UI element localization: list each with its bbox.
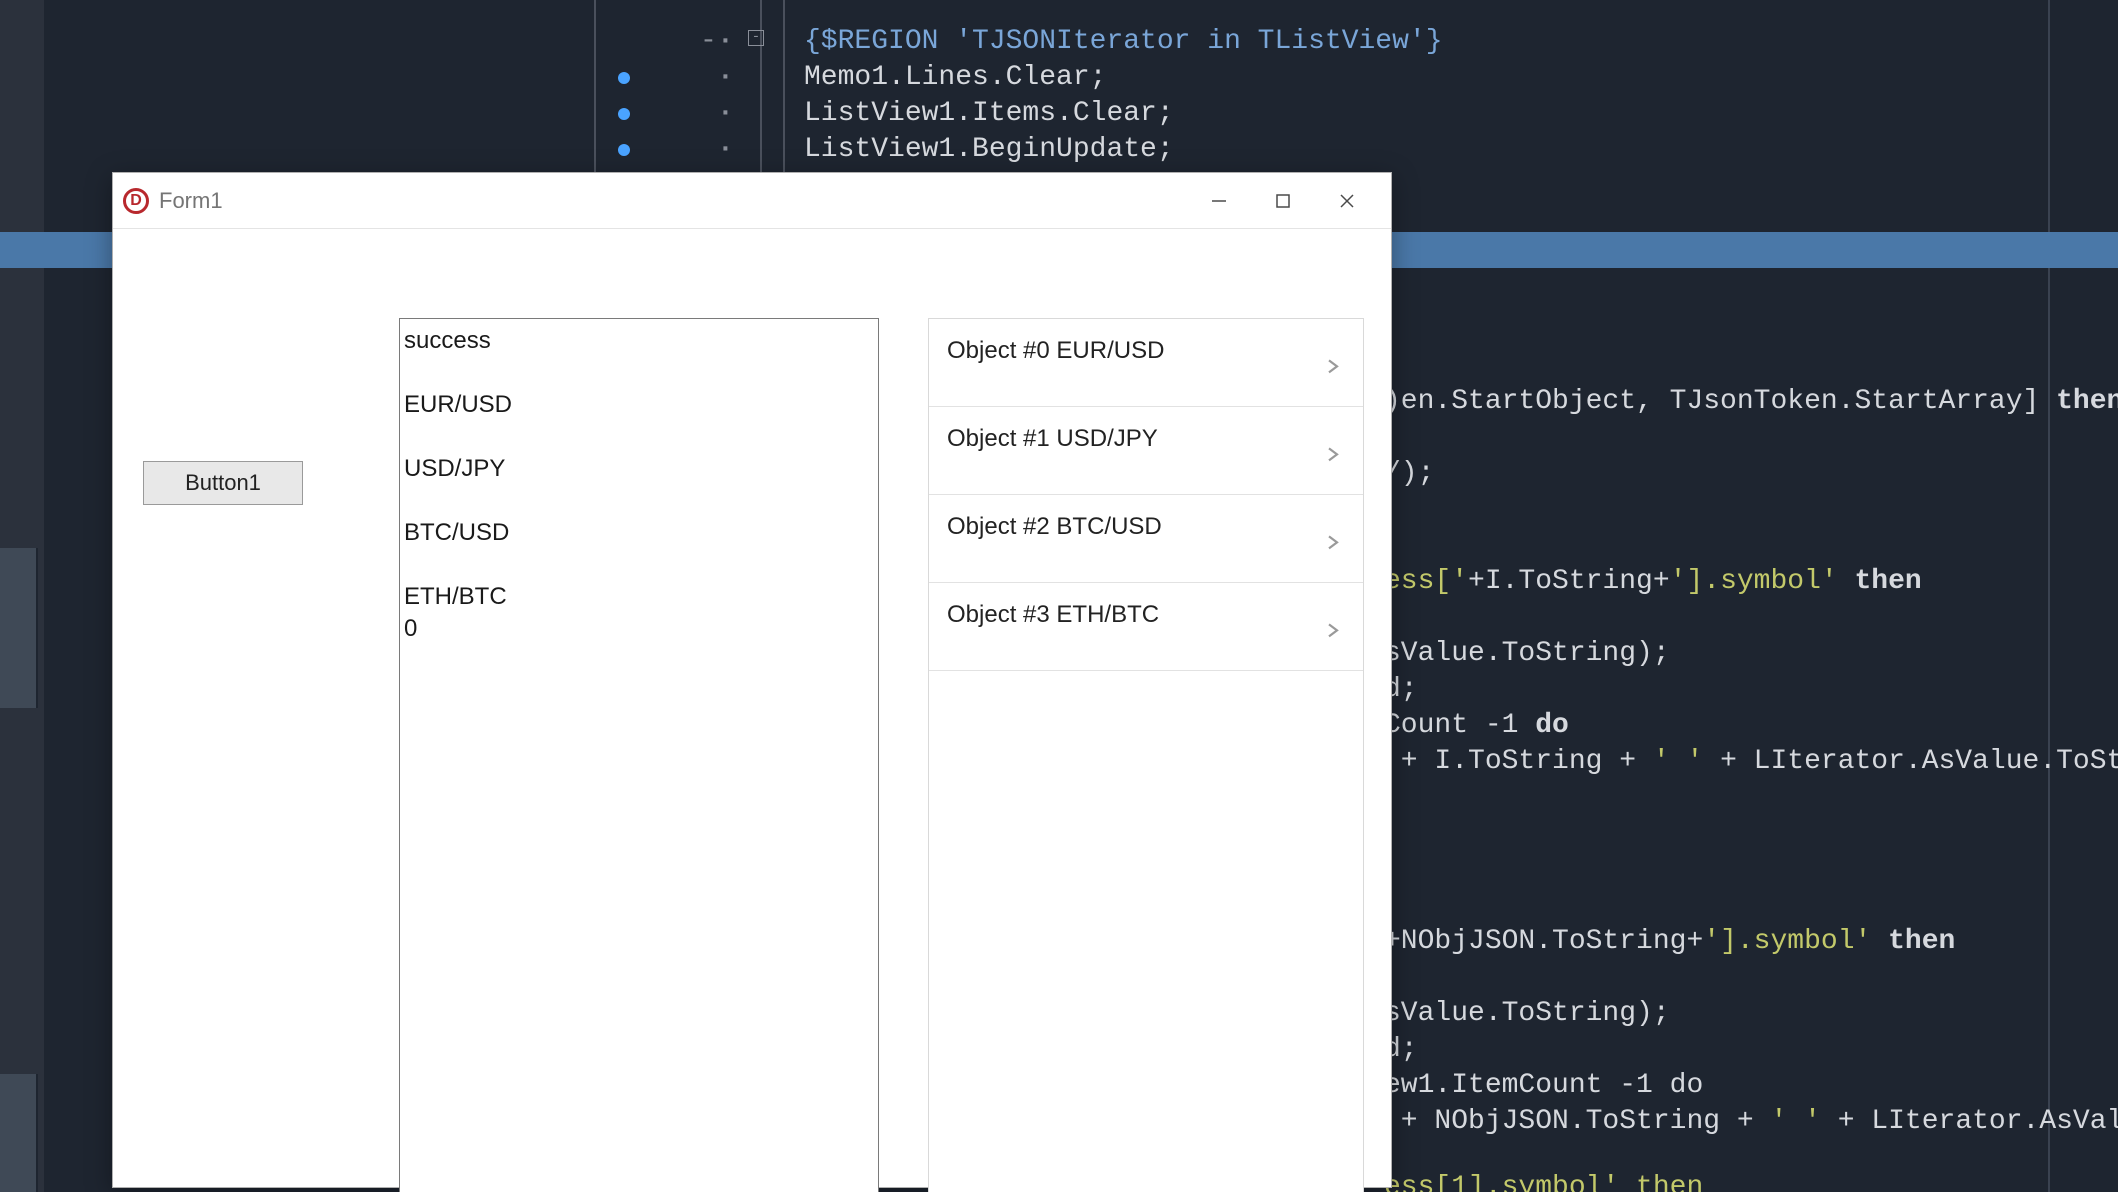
chevron-right-icon (1323, 443, 1343, 471)
gutter-dot: · (717, 132, 729, 168)
code-line: +NObjJSON.ToString+'].symbol' then (1384, 924, 1955, 960)
code-line: + NObjJSON.ToString + ' ' + LIterator.As… (1384, 1104, 2118, 1140)
minimize-icon (1210, 192, 1228, 210)
list-item-label: Object #0 EUR/USD (947, 337, 1164, 365)
close-button[interactable] (1315, 173, 1379, 228)
list-item-label: Object #3 ETH/BTC (947, 601, 1159, 629)
form1-window: Form1 Button1 success EUR/USD USD/JPY BT… (112, 172, 1392, 1188)
code-line: sValue.ToString); (1384, 636, 1670, 672)
breakpoint-dot[interactable] (618, 108, 630, 120)
code-line: ListView1.Items.Clear; (804, 96, 1174, 132)
code-line: Count -1 do (1384, 708, 1569, 744)
code-line: ess['+I.ToString+'].symbol' then (1384, 564, 1922, 600)
minimize-button[interactable] (1187, 173, 1251, 228)
code-line: sValue.ToString); (1384, 996, 1670, 1032)
code-line: ess[1].symbol' then (1384, 1170, 1703, 1192)
button1[interactable]: Button1 (143, 461, 303, 505)
gutter-dot: · (717, 96, 729, 132)
list-item[interactable]: Object #3 ETH/BTC (929, 583, 1363, 671)
list-item-label: Object #1 USD/JPY (947, 425, 1158, 453)
chevron-right-icon (1323, 355, 1343, 383)
list-item-label: Object #2 BTC/USD (947, 513, 1162, 541)
window-title: Form1 (159, 188, 223, 214)
gutter-dot: · (717, 60, 729, 96)
code-line: Memo1.Lines.Clear; (804, 60, 1106, 96)
chevron-right-icon (1323, 531, 1343, 559)
breakpoint-dot[interactable] (618, 72, 630, 84)
titlebar[interactable]: Form1 (113, 173, 1391, 229)
chevron-right-icon (1323, 619, 1343, 647)
list-item[interactable]: Object #2 BTC/USD (929, 495, 1363, 583)
app-icon (123, 188, 149, 214)
maximize-button[interactable] (1251, 173, 1315, 228)
memo1[interactable]: success EUR/USD USD/JPY BTC/USD ETH/BTC … (399, 318, 879, 1192)
code-line: ew1.ItemCount -1 do (1384, 1068, 1703, 1104)
code-line: ListView1.BeginUpdate; (804, 132, 1174, 168)
sidebar-tab-1[interactable] (0, 548, 38, 708)
gutter-minus: - (700, 24, 717, 60)
code-line: )en.StartObject, TJsonToken.StartArray] … (1384, 384, 2118, 420)
gutter-dot: · (717, 24, 729, 60)
code-line: + I.ToString + ' ' + LIterator.AsValue.T… (1384, 744, 2118, 780)
form-client-area: Button1 success EUR/USD USD/JPY BTC/USD … (113, 229, 1391, 1187)
fold-toggle[interactable]: - (748, 30, 764, 46)
listview1[interactable]: Object #0 EUR/USD Object #1 USD/JPY Obje… (928, 318, 1364, 1192)
list-item[interactable]: Object #0 EUR/USD (929, 319, 1363, 407)
code-line: {$REGION 'TJSONIterator in TListView'} (804, 24, 1443, 60)
close-icon (1338, 192, 1356, 210)
sidebar-tab-2[interactable] (0, 1074, 38, 1192)
list-item[interactable]: Object #1 USD/JPY (929, 407, 1363, 495)
breakpoint-dot[interactable] (618, 144, 630, 156)
maximize-icon (1274, 192, 1292, 210)
